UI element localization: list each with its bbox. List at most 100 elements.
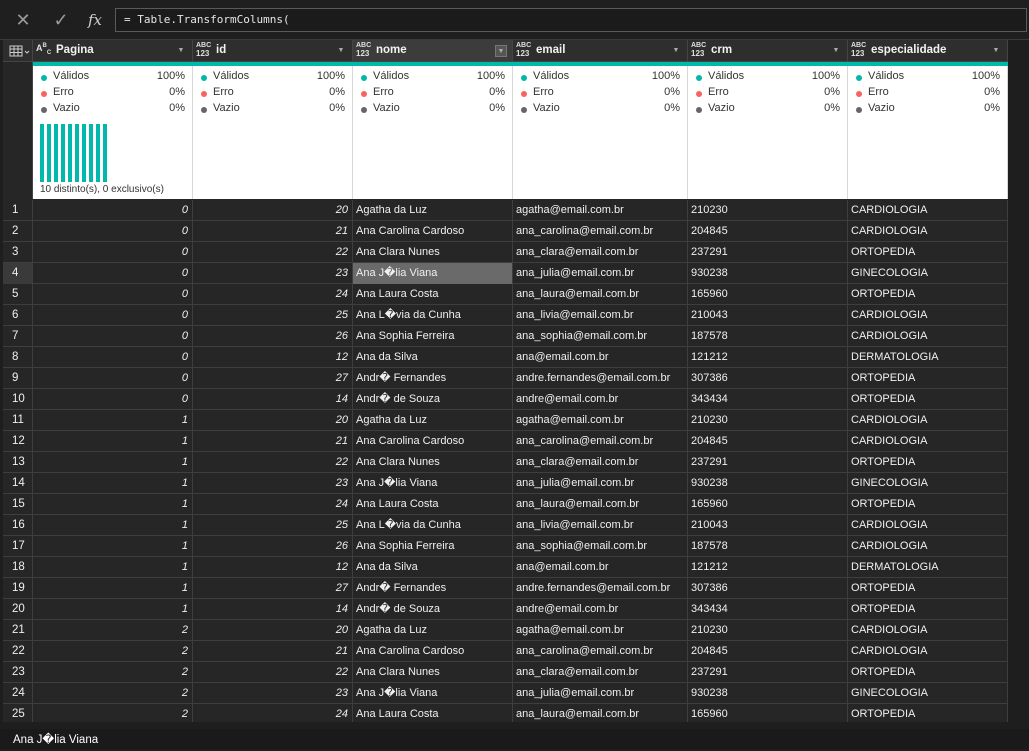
cell-email[interactable]: ana_carolina@email.com.br [513,431,688,452]
cell-id[interactable]: 23 [193,263,353,284]
cell-Pagina[interactable]: 1 [33,515,193,536]
cell-especialidade[interactable]: CARDIOLOGIA [848,221,1008,242]
cell-id[interactable]: 26 [193,536,353,557]
cell-email[interactable]: andre.fernandes@email.com.br [513,368,688,389]
cell-Pagina[interactable]: 0 [33,284,193,305]
cell-especialidade[interactable]: CARDIOLOGIA [848,536,1008,557]
histogram-bar[interactable] [75,124,79,182]
cell-Pagina[interactable]: 1 [33,473,193,494]
table-row[interactable]: 2 0 21 Ana Carolina Cardoso ana_carolina@ema… [3,221,1008,242]
cell-nome[interactable]: Ana Clara Nunes [353,242,513,263]
row-number[interactable]: 22 [3,641,33,662]
row-number[interactable]: 12 [3,431,33,452]
row-number[interactable]: 18 [3,557,33,578]
cell-nome[interactable]: Ana L�via da Cunha [353,515,513,536]
table-row[interactable]: 10 0 14 Andr� de Souza andre@email.com.br 343… [3,389,1008,410]
cell-Pagina[interactable]: 0 [33,305,193,326]
row-number[interactable]: 5 [3,284,33,305]
row-number[interactable]: 8 [3,347,33,368]
cell-crm[interactable]: 930238 [688,473,848,494]
cell-email[interactable]: ana_livia@email.com.br [513,515,688,536]
cell-nome[interactable]: Ana Carolina Cardoso [353,641,513,662]
cell-nome[interactable]: Ana da Silva [353,557,513,578]
cell-especialidade[interactable]: ORTOPEDIA [848,494,1008,515]
cell-id[interactable]: 27 [193,578,353,599]
chevron-down-icon[interactable]: ▼ [175,45,187,57]
cell-id[interactable]: 12 [193,557,353,578]
row-number[interactable]: 15 [3,494,33,515]
cell-id[interactable]: 27 [193,368,353,389]
histogram-bar[interactable] [54,124,58,182]
cell-especialidade[interactable]: CARDIOLOGIA [848,326,1008,347]
cell-email[interactable]: ana_clara@email.com.br [513,242,688,263]
cell-id[interactable]: 21 [193,221,353,242]
cell-Pagina[interactable]: 1 [33,599,193,620]
cell-crm[interactable]: 121212 [688,557,848,578]
cell-email[interactable]: ana_julia@email.com.br [513,473,688,494]
cell-email[interactable]: ana_julia@email.com.br [513,683,688,704]
table-row[interactable]: 24 2 23 Ana J�lia Viana ana_julia@email.com.… [3,683,1008,704]
column-header-1[interactable]: ABC 123 id ▼ [193,40,353,62]
cell-nome[interactable]: Andr� de Souza [353,599,513,620]
cell-especialidade[interactable]: CARDIOLOGIA [848,305,1008,326]
type-icon[interactable]: ABC 123 [516,42,536,60]
histogram-bar[interactable] [82,124,86,182]
cell-email[interactable]: ana_laura@email.com.br [513,704,688,722]
cell-email[interactable]: agatha@email.com.br [513,410,688,431]
column-header-2[interactable]: ABC 123 nome ▼ [353,40,513,62]
fx-icon[interactable]: fx [83,9,107,31]
cell-id[interactable]: 24 [193,284,353,305]
cell-id[interactable]: 25 [193,515,353,536]
table-row[interactable]: 19 1 27 Andr� Fernandes andre.fernandes@emai… [3,578,1008,599]
cell-nome[interactable]: Ana L�via da Cunha [353,305,513,326]
histogram-bar[interactable] [68,124,72,182]
table-row[interactable]: 1 0 20 Agatha da Luz agatha@email.com.br 2102… [3,200,1008,221]
chevron-down-icon[interactable]: ▼ [335,45,347,57]
cell-especialidade[interactable]: GINECOLOGIA [848,683,1008,704]
cell-nome[interactable]: Ana da Silva [353,347,513,368]
cell-id[interactable]: 22 [193,662,353,683]
cell-crm[interactable]: 210043 [688,515,848,536]
cell-nome[interactable]: Ana Laura Costa [353,284,513,305]
table-row[interactable]: 9 0 27 Andr� Fernandes andre.fernandes@email… [3,368,1008,389]
cell-crm[interactable]: 121212 [688,347,848,368]
cell-crm[interactable]: 204845 [688,431,848,452]
table-row[interactable]: 12 1 21 Ana Carolina Cardoso ana_carolina@em… [3,431,1008,452]
row-number[interactable]: 19 [3,578,33,599]
cell-id[interactable]: 22 [193,452,353,473]
table-row[interactable]: 25 2 24 Ana Laura Costa ana_laura@email.com.… [3,704,1008,722]
cell-id[interactable]: 25 [193,305,353,326]
cell-especialidade[interactable]: ORTOPEDIA [848,389,1008,410]
cell-especialidade[interactable]: ORTOPEDIA [848,452,1008,473]
cell-Pagina[interactable]: 0 [33,200,193,221]
cell-email[interactable]: ana_carolina@email.com.br [513,641,688,662]
cell-crm[interactable]: 187578 [688,326,848,347]
row-number[interactable]: 13 [3,452,33,473]
type-icon[interactable]: ABC 123 [196,42,216,60]
row-number[interactable]: 2 [3,221,33,242]
cell-Pagina[interactable]: 2 [33,683,193,704]
cell-Pagina[interactable]: 0 [33,263,193,284]
cell-id[interactable]: 14 [193,599,353,620]
cell-email[interactable]: ana@email.com.br [513,347,688,368]
row-number[interactable]: 17 [3,536,33,557]
row-number[interactable]: 10 [3,389,33,410]
formula-input[interactable]: = Table.TransformColumns( [115,8,1027,32]
cell-nome[interactable]: Ana J�lia Viana [353,683,513,704]
table-row[interactable]: 22 2 21 Ana Carolina Cardoso ana_carolina@em… [3,641,1008,662]
type-icon[interactable]: ABC 123 [691,42,711,60]
cell-crm[interactable]: 237291 [688,242,848,263]
cell-especialidade[interactable]: CARDIOLOGIA [848,515,1008,536]
table-row[interactable]: 11 1 20 Agatha da Luz agatha@email.com.br 210… [3,410,1008,431]
cell-nome[interactable]: Ana J�lia Viana [353,263,513,284]
cell-Pagina[interactable]: 2 [33,662,193,683]
cell-crm[interactable]: 307386 [688,578,848,599]
cell-Pagina[interactable]: 0 [33,221,193,242]
cell-especialidade[interactable]: CARDIOLOGIA [848,431,1008,452]
cell-id[interactable]: 21 [193,641,353,662]
row-number[interactable]: 23 [3,662,33,683]
type-icon[interactable]: ABC 123 [851,42,871,60]
cell-crm[interactable]: 307386 [688,368,848,389]
cell-Pagina[interactable]: 1 [33,494,193,515]
cell-Pagina[interactable]: 0 [33,242,193,263]
